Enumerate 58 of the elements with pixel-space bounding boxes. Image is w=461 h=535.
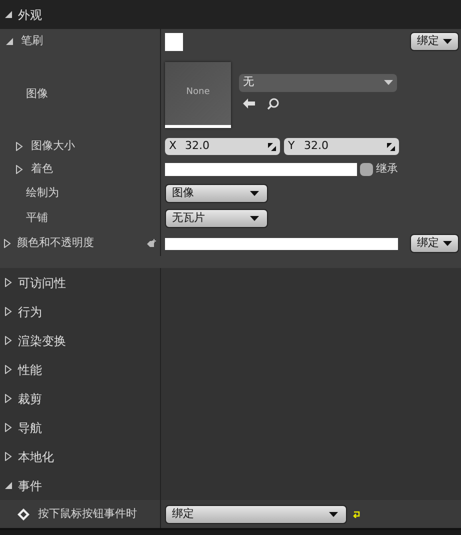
property-label: 按下鼠标按钮事件时 (38, 506, 137, 522)
property-label: 继承 (376, 161, 398, 178)
category-title: 外观 (18, 6, 42, 24)
collapsed-arrow-icon[interactable] (5, 452, 12, 461)
category-title: 行为 (18, 304, 42, 320)
collapsed-arrow-icon[interactable] (16, 142, 23, 151)
collapsed-arrow-icon[interactable] (5, 336, 12, 345)
drag-handle-icon (387, 142, 395, 150)
number-field[interactable]: Y 32.0 (284, 138, 399, 155)
expanded-arrow-icon[interactable] (5, 482, 12, 489)
category-title: 导航 (18, 420, 42, 436)
property-label: 着色 (31, 161, 53, 178)
category-title: 裁剪 (18, 390, 42, 408)
caret-icon (384, 80, 393, 85)
category-title: 渲染变换 (18, 332, 66, 350)
collapsed-arrow-icon[interactable] (4, 239, 11, 248)
diamond-icon (17, 508, 30, 520)
tiling-dropdown[interactable]: 无瓦片 (165, 209, 268, 228)
property-label: 图像大小 (31, 138, 75, 154)
caret-icon (250, 191, 259, 196)
thumbnail-text: None (186, 86, 210, 100)
property-label: 颜色和不透明度 (17, 235, 94, 252)
draw-as-dropdown[interactable]: 图像 (165, 184, 268, 203)
color-opacity-bar[interactable] (165, 238, 398, 250)
search-icon[interactable] (267, 98, 279, 110)
caret-icon (250, 216, 259, 221)
property-label: 平铺 (25, 210, 48, 226)
category-title: 性能 (18, 362, 42, 378)
property-label: 绘制为 (25, 185, 59, 202)
reset-arrow-icon[interactable] (353, 510, 361, 518)
collapsed-arrow-icon[interactable] (5, 278, 12, 287)
property-label: 笔刷 (21, 33, 43, 50)
collapsed-arrow-icon[interactable] (16, 165, 23, 174)
expanded-arrow-icon[interactable] (5, 11, 12, 18)
collapsed-arrow-icon[interactable] (5, 423, 12, 432)
category-title: 事件 (18, 478, 42, 494)
category-title: 可访问性 (18, 274, 66, 292)
expanded-arrow-icon[interactable] (6, 38, 13, 45)
event-binding-dropdown[interactable]: 绑定 (165, 504, 347, 524)
collapsed-arrow-icon[interactable] (5, 394, 12, 403)
bind-button[interactable]: 绑定 (410, 32, 459, 51)
caret-icon (443, 241, 452, 246)
inherit-checkbox[interactable] (360, 163, 373, 176)
caret-icon (329, 512, 338, 516)
image-thumbnail[interactable]: None (165, 62, 231, 128)
category-title: 本地化 (18, 448, 54, 466)
drag-handle-icon (268, 142, 276, 150)
tint-color-bar[interactable] (165, 163, 357, 176)
keyframe-add-icon[interactable] (147, 239, 156, 248)
number-field[interactable]: X 32.0 (165, 138, 280, 155)
collapsed-arrow-icon[interactable] (5, 365, 12, 374)
bind-button[interactable]: 绑定 (410, 234, 459, 253)
property-label: 图像 (25, 86, 48, 102)
asset-dropdown[interactable]: 无 (239, 74, 397, 92)
back-arrow-icon[interactable] (243, 98, 255, 109)
brush-color-swatch[interactable] (165, 32, 183, 50)
collapsed-arrow-icon[interactable] (5, 307, 12, 316)
caret-icon (443, 39, 452, 44)
